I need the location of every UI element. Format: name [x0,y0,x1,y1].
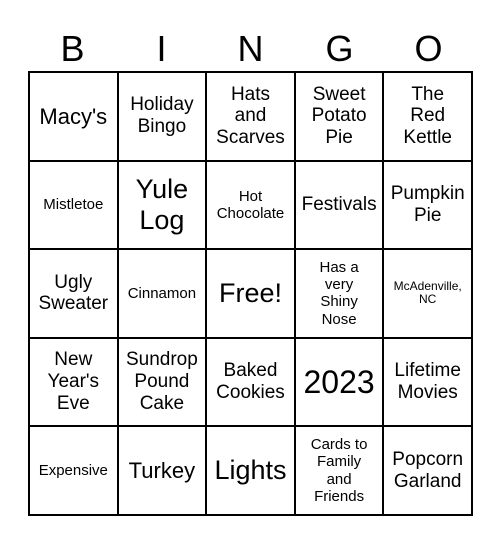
bingo-cell[interactable]: Mistletoe [29,160,118,250]
header-letter-o: O [414,28,443,69]
bingo-cell[interactable]: Pumpkin Pie [383,160,472,250]
bingo-cell[interactable]: Ugly Sweater [29,249,118,338]
bingo-cell[interactable]: Lights [206,426,295,515]
bingo-cell[interactable]: Festivals [294,160,384,250]
bingo-cell[interactable]: Cinnamon [117,249,207,338]
bingo-cell[interactable]: 2023 [294,337,384,427]
bingo-cell[interactable]: Cards to Family and Friends [294,426,384,515]
bingo-cell[interactable]: Yule Log [117,160,207,250]
bingo-cell[interactable]: McAdenville, NC [383,249,472,338]
bingo-cell[interactable]: Lifetime Movies [383,337,472,427]
header-letter-n: N [237,28,264,69]
bingo-cell[interactable]: Sweet Potato Pie [294,72,384,161]
header-letter-g: G [325,28,354,69]
bingo-card-grid: Macy's Holiday Bingo Hats and Scarves Sw… [28,71,473,516]
bingo-cell[interactable]: Popcorn Garland [383,426,472,515]
bingo-cell[interactable]: Baked Cookies [206,337,295,427]
bingo-cell[interactable]: Macy's [29,72,118,161]
bingo-cell[interactable]: Holiday Bingo [117,72,207,161]
bingo-cell[interactable]: Sundrop Pound Cake [117,337,207,427]
bingo-cell[interactable]: Has a very Shiny Nose [294,249,384,338]
bingo-cell[interactable]: Hats and Scarves [206,72,295,161]
header-letter-b: B [60,28,85,69]
bingo-header: B I N G O [28,27,473,71]
free-space-cell[interactable]: Free! [206,249,295,338]
bingo-cell[interactable]: Expensive [29,426,118,515]
bingo-cell[interactable]: Turkey [117,426,207,515]
header-letter-i: I [156,28,167,69]
bingo-cell[interactable]: Hot Chocolate [206,160,295,250]
bingo-cell[interactable]: The Red Kettle [383,72,472,161]
bingo-cell[interactable]: New Year's Eve [29,337,118,427]
